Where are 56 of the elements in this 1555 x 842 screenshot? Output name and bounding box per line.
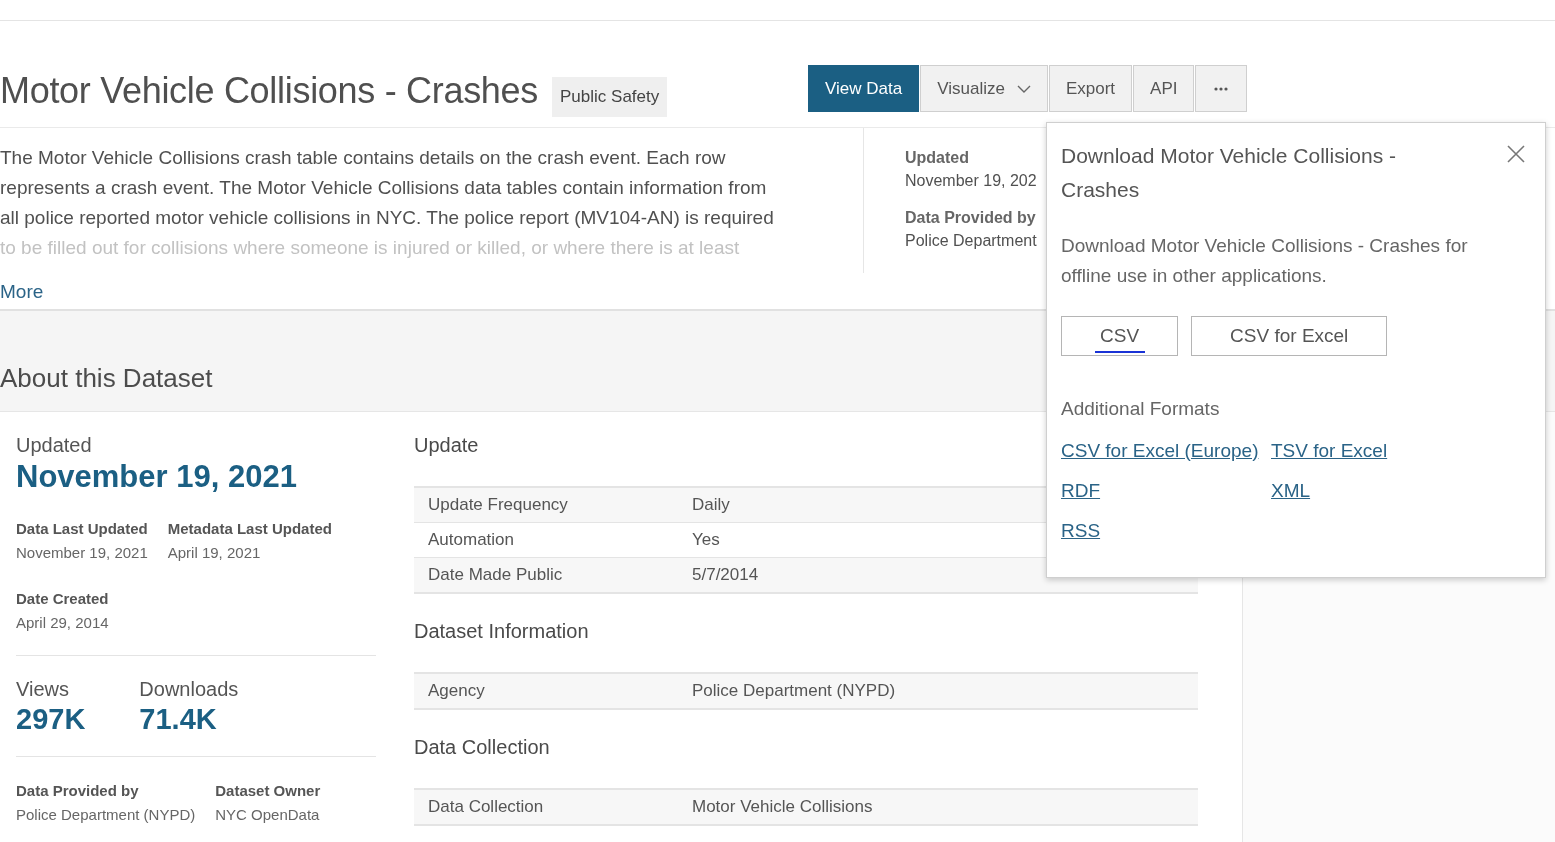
- close-icon: [1507, 145, 1525, 163]
- section-heading: Data Collection: [414, 736, 550, 760]
- stat-label: Views: [16, 678, 70, 701]
- download-button[interactable]: CSV: [1061, 316, 1179, 356]
- format-link[interactable]: XML: [1271, 480, 1311, 502]
- field-value: Police Department: [905, 231, 1038, 251]
- table-cell: Motor Vehicle Collisions: [692, 797, 873, 817]
- field-label: Data Last Updated: [16, 519, 148, 539]
- section-heading: Update: [414, 434, 479, 458]
- close-button[interactable]: [1507, 145, 1525, 163]
- dialog-text: Download Motor Vehicle Collisions - Crashes for offline use in other applications.: [1061, 234, 1469, 288]
- field-label: Metadata Last Updated: [167, 519, 332, 539]
- format-link[interactable]: TSV for Excel: [1271, 440, 1388, 462]
- field-label: Date Created: [16, 589, 109, 609]
- dialog-title: Download Motor Vehicle Collisions - Crashes: [1061, 143, 1397, 203]
- table-cell: Yes: [692, 530, 720, 550]
- more-icon: [1213, 86, 1230, 91]
- stat-value: 297K: [16, 703, 86, 736]
- field-value: NYC OpenData: [215, 805, 321, 825]
- section-heading: About this Dataset: [0, 363, 213, 394]
- action-button[interactable]: Export: [1048, 65, 1133, 112]
- stat-value: 71.4K: [139, 703, 218, 736]
- format-link[interactable]: CSV for Excel (Europe): [1061, 440, 1259, 462]
- section-heading: Dataset Information: [414, 620, 589, 644]
- field-label: Updated: [905, 148, 970, 168]
- table-cell-text: Date Made Public: [427, 565, 564, 585]
- field-label: Data Provided by: [16, 781, 140, 801]
- table-cell: 5/7/2014: [692, 565, 759, 585]
- category-tag: Public Safety: [552, 77, 668, 117]
- action-button[interactable]: View Data: [808, 65, 920, 112]
- field-value: April 29, 2014: [16, 613, 109, 633]
- visualize-dropdown[interactable]: Visualize: [920, 65, 1048, 112]
- format-link[interactable]: RSS: [1061, 520, 1101, 542]
- field-value: November 19, 2021: [16, 543, 148, 563]
- table-cell: Daily: [692, 495, 730, 515]
- field-value: November 19, 202: [905, 171, 1038, 191]
- page-title: Motor Vehicle Collisions - Crashes: [0, 70, 538, 112]
- updated-label: Updated: [16, 434, 93, 457]
- chevron-down-icon: [1016, 84, 1031, 93]
- description-text: The Motor Vehicle Collisions crash table contains details on the crash event. Each row represents a crash event. The Motor Vehicle Collisions data tables contain information from all police reported motor vehicle collisions in NYC. The police report (MV104-AN) is required to be filled out for collisions where someone is injured or killed, or where there is at least: [0, 128, 864, 273]
- table-cell-text: Data Collection: [427, 797, 545, 817]
- field-label: Dataset Owner: [215, 781, 321, 801]
- updated-date: November 19, 2021: [16, 459, 298, 495]
- action-button[interactable]: API: [1133, 65, 1195, 112]
- stat-label: Downloads: [139, 678, 239, 701]
- download-button[interactable]: CSV for Excel: [1191, 316, 1388, 356]
- table-cell: Police Department (NYPD): [692, 681, 896, 701]
- field-value: Police Department (NYPD): [16, 805, 196, 825]
- field-value: April 19, 2021: [167, 543, 262, 563]
- table-cell-text: Agency: [427, 681, 486, 701]
- subheading: Additional Formats: [1061, 398, 1221, 420]
- table-cell-text: Update Frequency: [427, 495, 569, 515]
- format-link[interactable]: RDF: [1061, 480, 1101, 502]
- more-link[interactable]: More: [0, 281, 44, 303]
- table-cell-text: Automation: [427, 530, 515, 550]
- field-label: Data Provided by: [905, 208, 1037, 228]
